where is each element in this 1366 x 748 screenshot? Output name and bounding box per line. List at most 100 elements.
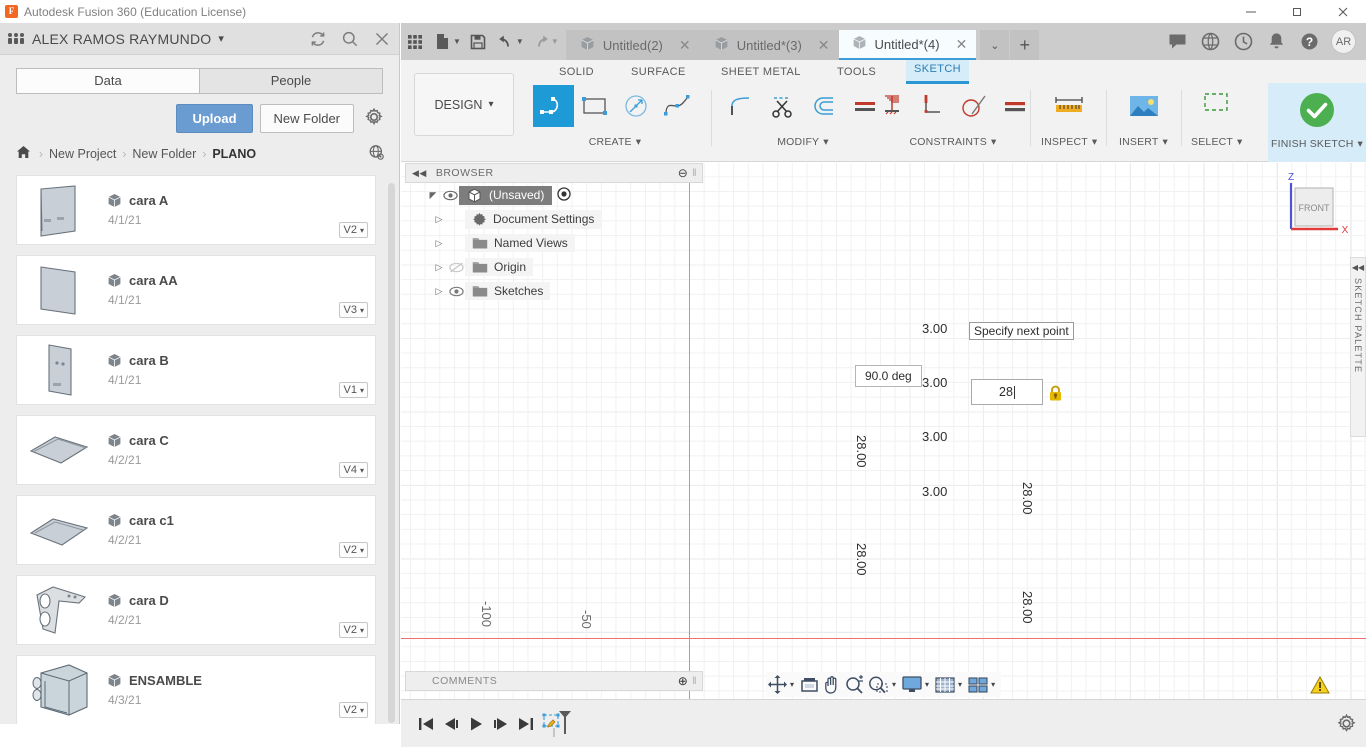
chevron-down-icon[interactable]: ▾ (958, 680, 962, 689)
expand-triangle-icon[interactable]: ◤ (425, 190, 441, 201)
refresh-icon[interactable] (309, 30, 327, 48)
globe-icon[interactable] (1194, 23, 1227, 60)
document-tab[interactable]: Untitled*(3) ✕ (700, 30, 839, 60)
zoom-icon[interactable] (843, 672, 866, 697)
tangent-constraint-icon[interactable] (953, 85, 994, 127)
comments-panel[interactable]: COMMENTS ⊕ ‖ (405, 671, 703, 691)
perpendicular-constraint-icon[interactable] (912, 85, 953, 127)
file-list-scrollbar[interactable] (388, 183, 395, 723)
file-card[interactable]: cara B 4/1/21 V1 ▾ (16, 335, 376, 405)
comments-icon[interactable] (1161, 23, 1194, 60)
chevron-down-icon[interactable]: ▼ (551, 37, 559, 46)
expand-triangle-icon[interactable]: ▷ (431, 262, 447, 273)
close-tab-icon[interactable]: ✕ (679, 37, 691, 54)
design-workspace-button[interactable]: DESIGN ▾ (414, 73, 514, 136)
chevron-down-icon[interactable]: ▾ (892, 680, 896, 689)
chevron-down-icon[interactable]: ▾ (925, 680, 929, 689)
tab-solid[interactable]: SOLID (551, 63, 602, 84)
browser-tree[interactable]: ◤ (Unsaved) ▷ Document Settings ▷ Named … (405, 183, 703, 303)
document-tab[interactable]: Untitled*(4) ✕ (838, 30, 977, 60)
dimension-value[interactable]: 3.00 (922, 321, 947, 336)
breadcrumb-new-project[interactable]: New Project (49, 147, 116, 161)
chevron-down-icon[interactable]: ▼ (453, 37, 461, 46)
app-grid-icon[interactable] (401, 23, 429, 60)
orbit-icon[interactable] (766, 672, 789, 697)
finish-sketch-button[interactable]: FINISH SKETCH ▾ (1268, 83, 1366, 162)
grid-snap-icon[interactable] (933, 672, 957, 697)
line-tool-icon[interactable] (533, 85, 574, 127)
viewports-icon[interactable] (966, 672, 990, 697)
ground-constraint-icon[interactable] (871, 85, 912, 127)
dimension-value[interactable]: 3.00 (922, 429, 947, 444)
file-card[interactable]: cara c1 4/2/21 V2 ▾ (16, 495, 376, 565)
file-version-badge[interactable]: V2 ▾ (338, 702, 368, 718)
collapse-left-icon[interactable]: ◀◀ (412, 168, 427, 179)
minimize-browser-icon[interactable]: ⊖ (678, 166, 689, 180)
file-card[interactable]: cara AA 4/1/21 V3 ▾ (16, 255, 376, 325)
spline-tool-icon[interactable] (656, 85, 697, 127)
tab-dropdown-button[interactable]: ⌄ (980, 30, 1010, 60)
save-icon[interactable] (464, 23, 492, 60)
file-version-badge[interactable]: V4 ▾ (338, 462, 368, 478)
visibility-eye-icon[interactable] (447, 286, 465, 297)
minimize-button[interactable] (1228, 0, 1274, 23)
new-tab-button[interactable]: + (1010, 30, 1040, 60)
resize-grip-icon[interactable]: ‖ (692, 168, 697, 179)
dimension-value[interactable]: 3.00 (922, 484, 947, 499)
insert-image-icon[interactable] (1123, 85, 1164, 127)
dimension-value[interactable]: 28.00 (854, 435, 869, 468)
browser-tree-row[interactable]: ▷ Sketches (405, 279, 703, 303)
notification-bell-icon[interactable] (1260, 23, 1293, 60)
file-version-badge[interactable]: V2 ▾ (338, 542, 368, 558)
visibility-eye-icon[interactable] (447, 261, 465, 273)
tab-sketch[interactable]: SKETCH (906, 60, 970, 84)
measure-tool-icon[interactable] (1049, 85, 1090, 127)
fillet-tool-icon[interactable] (721, 85, 762, 127)
file-version-badge[interactable]: V2 ▾ (338, 622, 368, 638)
recent-history-icon[interactable] (1227, 23, 1260, 60)
tab-surface[interactable]: SURFACE (623, 63, 694, 84)
expand-triangle-icon[interactable]: ▷ (431, 286, 447, 297)
view-cube[interactable]: FRONT Z X (1278, 171, 1350, 245)
search-icon[interactable] (341, 30, 359, 48)
tab-data[interactable]: Data (16, 68, 199, 94)
file-version-badge[interactable]: V3 ▾ (338, 302, 368, 318)
offset-tool-icon[interactable] (803, 85, 844, 127)
lock-icon[interactable] (1049, 385, 1062, 404)
file-version-badge[interactable]: V2 ▾ (338, 222, 368, 238)
dimension-value[interactable]: 28.00 (854, 543, 869, 576)
activate-component-icon[interactable] (557, 186, 572, 204)
close-panel-icon[interactable] (373, 30, 391, 48)
circle-tool-icon[interactable] (615, 85, 656, 127)
chevron-down-icon[interactable]: ▾ (991, 680, 995, 689)
expand-triangle-icon[interactable]: ▷ (431, 214, 447, 225)
breadcrumb-new-folder[interactable]: New Folder (132, 147, 196, 161)
tab-people[interactable]: People (199, 68, 383, 94)
tab-sheet-metal[interactable]: SHEET METAL (713, 63, 809, 84)
avatar[interactable]: AR (1331, 29, 1356, 54)
browser-tree-row[interactable]: ▷ Document Settings (405, 207, 703, 231)
help-icon[interactable]: ? (1293, 23, 1326, 60)
document-tab[interactable]: Untitled(2) ✕ (565, 30, 701, 60)
visibility-eye-icon[interactable] (441, 190, 459, 201)
add-comment-icon[interactable]: ⊕ (678, 674, 689, 688)
dimension-input-field[interactable]: 28 (971, 379, 1043, 405)
home-icon[interactable] (16, 145, 31, 162)
file-card[interactable]: ENSAMBLE 4/3/21 V2 ▾ (16, 655, 376, 724)
file-card[interactable]: cara C 4/2/21 V4 ▾ (16, 415, 376, 485)
pan-hand-icon[interactable] (821, 672, 843, 697)
display-settings-icon[interactable] (900, 672, 924, 697)
close-button[interactable] (1320, 0, 1366, 23)
close-tab-icon[interactable]: ✕ (956, 36, 968, 53)
zoom-window-icon[interactable] (866, 672, 891, 697)
browser-tree-row[interactable]: ▷ Named Views (405, 231, 703, 255)
settings-gear-icon[interactable] (1337, 713, 1356, 736)
select-tool-icon[interactable] (1196, 85, 1237, 127)
look-at-icon[interactable] (798, 672, 821, 697)
chevron-down-icon[interactable]: ▾ (218, 32, 224, 45)
expand-triangle-icon[interactable]: ▷ (431, 238, 447, 249)
sketch-palette-panel[interactable]: ◀◀ SKETCH PALETTE (1350, 257, 1366, 437)
maximize-button[interactable] (1274, 0, 1320, 23)
globe-icon[interactable] (368, 144, 385, 164)
tab-tools[interactable]: TOOLS (829, 63, 884, 84)
